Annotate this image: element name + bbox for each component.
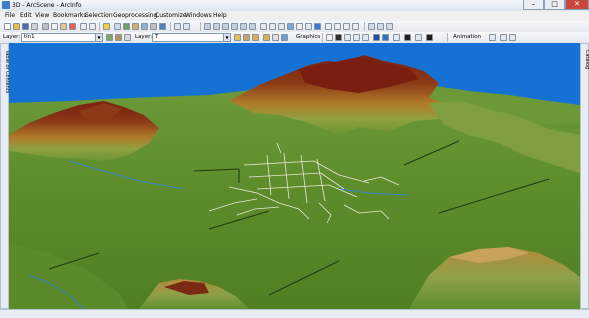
redo-icon[interactable]: [89, 23, 96, 30]
model-icon[interactable]: [174, 23, 181, 30]
measure-icon[interactable]: [334, 23, 341, 30]
catalog-tab[interactable]: Catalog: [580, 43, 589, 309]
symbol-icon[interactable]: [263, 34, 270, 41]
print-icon[interactable]: [31, 23, 38, 30]
3d-scene-viewport[interactable]: [9, 43, 580, 309]
menu-file[interactable]: File: [5, 12, 15, 20]
open-icon[interactable]: [13, 23, 20, 30]
clear-selection-icon[interactable]: [305, 23, 312, 30]
profile-icon[interactable]: [124, 34, 131, 41]
steepest-path-icon[interactable]: [115, 34, 122, 41]
arcscene-app-icon: [2, 1, 10, 9]
extrude-icon[interactable]: [243, 34, 250, 41]
layer-dropdown-2[interactable]: T ▼: [152, 33, 231, 42]
pan-icon[interactable]: [278, 23, 285, 30]
terrain-scene: [9, 43, 580, 309]
navigate-icon[interactable]: [204, 23, 211, 30]
chevron-down-icon: ▼: [223, 34, 230, 41]
undo-icon[interactable]: [80, 23, 87, 30]
zoom-out-icon[interactable]: [269, 23, 276, 30]
toolbar-separator: [200, 22, 201, 31]
animation-icon[interactable]: [386, 23, 393, 30]
layer-value: tin1: [24, 34, 35, 40]
font-icon[interactable]: [426, 34, 433, 41]
polygon-icon[interactable]: [353, 34, 360, 41]
interpolate-icon[interactable]: [252, 34, 259, 41]
expand-view-icon[interactable]: [352, 23, 359, 30]
menu-windows[interactable]: Windows: [185, 12, 212, 20]
effects-icon[interactable]: [281, 34, 288, 41]
set-observer-icon[interactable]: [240, 23, 247, 30]
menu-geoprocessing[interactable]: Geoprocessing: [113, 12, 157, 20]
delete-icon[interactable]: [69, 23, 76, 30]
save-icon[interactable]: [22, 23, 29, 30]
fill-color-icon[interactable]: [373, 34, 380, 41]
line-color-icon[interactable]: [382, 34, 389, 41]
toolbar-separator: [322, 33, 323, 42]
point-icon[interactable]: [335, 34, 342, 41]
toolbar-separator: [364, 22, 365, 31]
layer-value-2: T: [155, 34, 159, 40]
layer-label-2: Layer:: [135, 34, 153, 40]
layer-dropdown[interactable]: tin1 ▼: [21, 33, 103, 42]
fly-icon[interactable]: [213, 23, 220, 30]
menu-help[interactable]: Help: [213, 12, 227, 20]
new-icon[interactable]: [4, 23, 11, 30]
layer-properties-icon[interactable]: [234, 34, 241, 41]
zoom-in-icon[interactable]: [260, 23, 267, 30]
add-data-icon[interactable]: [103, 23, 110, 30]
minimize-button[interactable]: –: [523, 0, 544, 10]
select-elements-icon[interactable]: [326, 34, 333, 41]
scene-icon[interactable]: [123, 23, 130, 30]
chevron-down-icon: ▼: [95, 34, 102, 41]
catalog-label: Catalog: [584, 50, 589, 70]
contour-icon[interactable]: [106, 34, 113, 41]
line-icon[interactable]: [344, 34, 351, 41]
menu-bar: File Edit View Bookmarks Selection Geopr…: [0, 11, 589, 21]
table-of-contents-tab[interactable]: Table of Contents: [0, 43, 10, 309]
zoom-to-target-icon[interactable]: [231, 23, 238, 30]
text-icon[interactable]: [362, 34, 369, 41]
toolbar-separator: [99, 22, 100, 31]
window-title: 3D - ArcScene - ArcInfo: [12, 2, 82, 9]
toolbar-separator: [447, 33, 448, 42]
animation-record-icon[interactable]: [500, 34, 507, 41]
catalog-icon[interactable]: [114, 23, 121, 30]
find-icon[interactable]: [325, 23, 332, 30]
close-button[interactable]: ✕: [565, 0, 589, 10]
toolbar-separator: [170, 22, 171, 31]
font-color-icon[interactable]: [404, 34, 411, 41]
menu-selection[interactable]: Selection: [85, 12, 113, 20]
animation-play-icon[interactable]: [489, 34, 496, 41]
menu-bookmarks[interactable]: Bookmarks: [53, 12, 87, 20]
animation-controls-icon[interactable]: [509, 34, 516, 41]
paste-icon[interactable]: [60, 23, 67, 30]
target-icon[interactable]: [222, 23, 229, 30]
marker-icon[interactable]: [393, 34, 400, 41]
full-extent-icon[interactable]: [287, 23, 294, 30]
menu-view[interactable]: View: [35, 12, 49, 20]
python-icon[interactable]: [159, 23, 166, 30]
narrow-view-icon[interactable]: [343, 23, 350, 30]
window-icon[interactable]: [141, 23, 148, 30]
graphics-icon[interactable]: [272, 34, 279, 41]
graphics-menu[interactable]: Graphics: [296, 34, 320, 41]
zoom-in-out-icon[interactable]: [249, 23, 256, 30]
menu-customize[interactable]: Customize: [155, 12, 187, 20]
menu-edit[interactable]: Edit: [20, 12, 32, 20]
select-icon[interactable]: [296, 23, 303, 30]
layer-icon[interactable]: [132, 23, 139, 30]
cut-icon[interactable]: [42, 23, 49, 30]
help-icon[interactable]: [183, 23, 190, 30]
copy-icon[interactable]: [51, 23, 58, 30]
maximize-button[interactable]: □: [544, 0, 565, 10]
scene-properties-icon[interactable]: [368, 23, 375, 30]
layer-label: Layer:: [3, 34, 21, 40]
arctoolbox-icon[interactable]: [150, 23, 157, 30]
font-size-icon[interactable]: [415, 34, 422, 41]
animation-menu[interactable]: Animation: [453, 34, 481, 41]
identify-icon[interactable]: [314, 23, 321, 30]
viewer-icon[interactable]: [377, 23, 384, 30]
